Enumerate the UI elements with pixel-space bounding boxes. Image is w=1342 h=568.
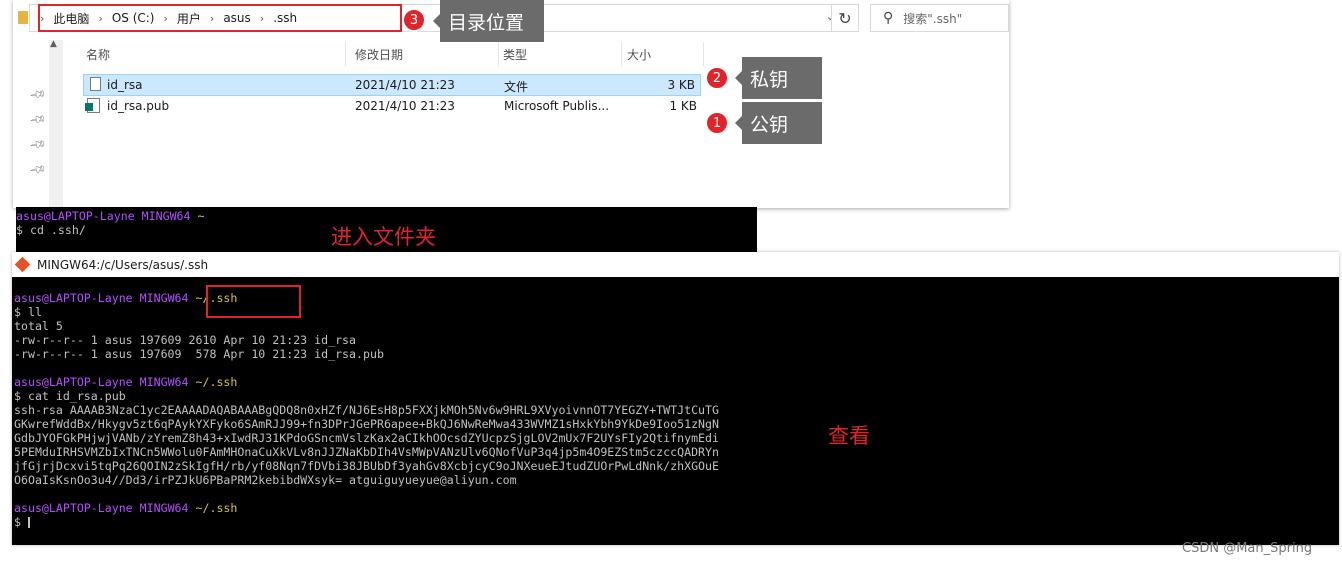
path-highlight-box [206, 285, 301, 318]
terminal-prompt: asus@LAPTOP-Layne MINGW64 ~/.ssh [14, 501, 1339, 515]
prompt-shell: MINGW64 [139, 375, 189, 389]
pin-icon[interactable]: 📌︎ [29, 160, 48, 179]
label-public-key: 公钥 [735, 102, 822, 144]
search-placeholder: 搜索".ssh" [903, 11, 963, 26]
terminal-input-line[interactable]: $ [14, 515, 1339, 529]
marker-3: 3 [402, 8, 426, 32]
terminal-output: -rw-r--r-- 1 asus 197609 2610 Apr 10 21:… [14, 333, 357, 347]
column-modified[interactable]: 修改日期 [355, 46, 403, 63]
prompt-user: asus@LAPTOP-Layne [16, 209, 135, 223]
prompt-path: ~/.ssh [195, 501, 238, 515]
key-line: ssh-rsa AAAAB3NzaC1yc2EAAAADAQABAAABgQDQ… [14, 403, 719, 417]
file-name: id_rsa.pub [107, 99, 170, 113]
file-row-id-rsa-pub[interactable]: id_rsa.pub 2021/4/10 21:23 Microsoft Pub… [83, 96, 701, 118]
label-directory-location: 目录位置 [433, 0, 544, 42]
terminal-output: -rw-r--r-- 1 asus 197609 578 Apr 10 21:2… [14, 347, 384, 361]
file-type: Microsoft Publis... [504, 99, 610, 113]
search-input[interactable]: ⚲ 搜索".ssh" [870, 4, 1009, 32]
column-divider[interactable] [498, 42, 499, 66]
file-type: 文件 [504, 80, 529, 94]
column-name[interactable]: 名称 [86, 46, 110, 63]
prompt-shell: MINGW64 [141, 209, 191, 223]
file-icon [90, 77, 101, 91]
terminal-command: $ cat id_rsa.pub [14, 389, 126, 403]
nav-scrollbar[interactable] [49, 40, 63, 208]
watermark: CSDN @Man_Spring [1182, 541, 1313, 556]
pin-icon[interactable]: 📌︎ [29, 135, 48, 154]
file-modified: 2021/4/10 21:23 [355, 99, 455, 113]
key-line: GdbJYOFGkPHjwjVANb/zYremZ8h43+xIwdRJ31KP… [14, 431, 719, 445]
column-type[interactable]: 类型 [503, 46, 527, 63]
refresh-icon: ↻ [838, 8, 852, 28]
terminal-output: total 5 [14, 319, 63, 333]
terminal-final-prompt: $ [14, 515, 21, 529]
terminal-title: MINGW64:/c/Users/asus/.ssh [37, 257, 209, 272]
prompt-shell: MINGW64 [139, 501, 189, 515]
file-modified: 2021/4/10 21:23 [355, 78, 455, 92]
terminal-blank [14, 361, 1339, 375]
file-row-id-rsa[interactable]: id_rsa 2021/4/10 21:23 文件 3 KB [83, 74, 701, 96]
prompt-path: ~ [197, 209, 205, 223]
publisher-file-icon [85, 98, 100, 113]
pin-icon[interactable]: 📌︎ [29, 110, 48, 129]
address-highlight-box [38, 4, 402, 32]
prompt-user: asus@LAPTOP-Layne [14, 501, 133, 515]
pin-icon[interactable]: 📌︎ [29, 85, 48, 104]
note-enter-folder: 进入文件夹 [331, 225, 436, 249]
refresh-button[interactable]: ↻ [831, 4, 859, 32]
key-line: jfGjrjDcxvi5tqPq26QOIN2zSkIgfH/rb/yf08Nq… [14, 459, 719, 473]
column-divider[interactable] [621, 42, 622, 66]
key-line: O6OaIsKsnOo3u4//Dd3/irPZJkU6PBaPRM2kebib… [14, 473, 517, 487]
text-cursor [27, 517, 30, 528]
terminal-titlebar[interactable]: MINGW64:/c/Users/asus/.ssh [12, 252, 1339, 277]
file-size: 1 KB [669, 99, 697, 113]
column-divider[interactable] [703, 42, 704, 66]
prompt-user: asus@LAPTOP-Layne [14, 291, 133, 305]
search-icon: ⚲ [883, 10, 894, 26]
marker-1: 1 [705, 111, 729, 135]
column-divider[interactable] [345, 42, 346, 66]
terminal-prompt: asus@LAPTOP-Layne MINGW64 ~/.ssh [14, 375, 1339, 389]
terminal-blank [14, 487, 1339, 501]
key-line: GKwrefWddBx/Hkygv5zt6qPAykYXFyko6SAmRJJ9… [14, 417, 719, 431]
file-size: 3 KB [667, 78, 695, 92]
note-view: 查看 [828, 424, 870, 448]
key-line: 5PEMduIRHSVMZbIxTNCn5WWolu0FAmMHOnaCuXkV… [14, 445, 719, 459]
column-size[interactable]: 大小 [627, 46, 651, 63]
prompt-shell: MINGW64 [139, 291, 189, 305]
scroll-up-icon[interactable]: ▲ [50, 39, 57, 49]
git-bash-icon [14, 256, 31, 273]
navigation-pane: ▲ 📌︎ 📌︎ 📌︎ 📌︎ [13, 36, 63, 208]
marker-2: 2 [705, 66, 729, 90]
file-name: id_rsa [107, 78, 143, 92]
prompt-user: asus@LAPTOP-Layne [14, 375, 133, 389]
folder-icon [18, 11, 28, 24]
prompt-path: ~/.ssh [195, 375, 238, 389]
label-private-key: 私钥 [735, 57, 822, 99]
